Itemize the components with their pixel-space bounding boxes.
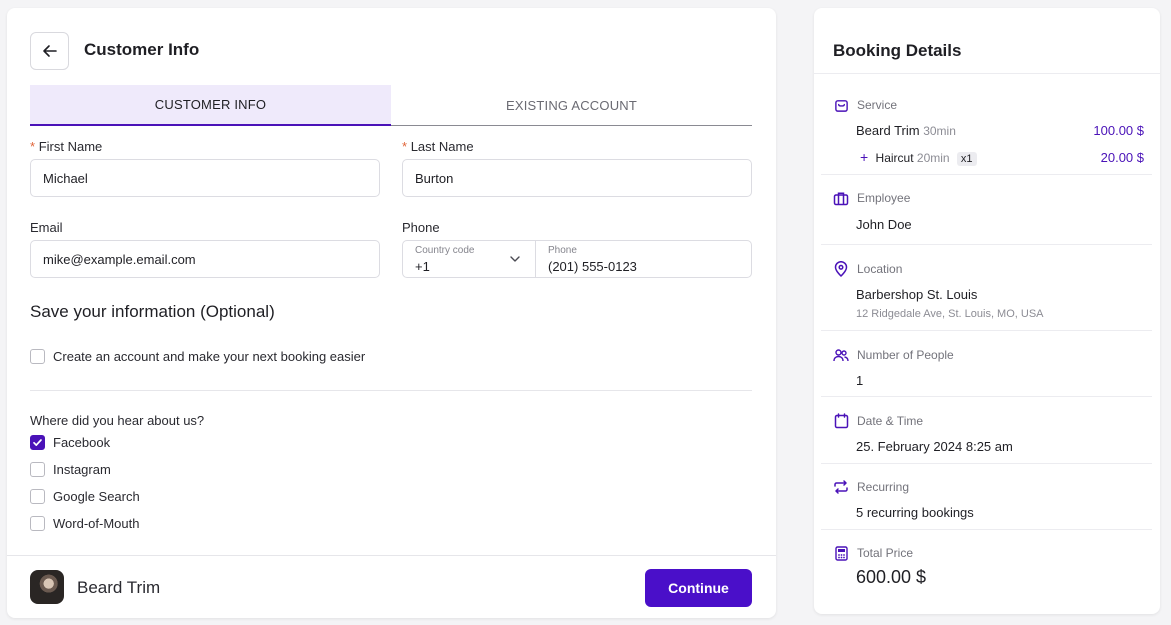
phone-label: Phone [402, 220, 440, 235]
option-google-search[interactable]: Google Search [30, 489, 140, 504]
tab-customer-info[interactable]: CUSTOMER INFO [30, 85, 391, 126]
country-code-value: +1 [415, 259, 430, 274]
datetime-heading: Date & Time [833, 413, 923, 429]
email-input[interactable]: mike@example.email.com [30, 240, 380, 278]
people-heading: Number of People [833, 347, 954, 363]
customer-info-card: Customer Info CUSTOMER INFO EXISTING ACC… [7, 8, 776, 618]
option-facebook[interactable]: Facebook [30, 435, 110, 450]
divider [821, 396, 1152, 397]
checkbox-box[interactable] [30, 349, 45, 364]
extra-quantity-badge: x1 [956, 152, 977, 166]
create-account-label: Create an account and make your next boo… [53, 349, 366, 364]
divider [821, 244, 1152, 245]
option-label: Instagram [53, 462, 111, 477]
briefcase-icon [833, 190, 849, 206]
calendar-icon [833, 413, 849, 429]
people-count: 1 [856, 373, 864, 388]
datetime-value: 25. February 2024 8:25 am [856, 439, 1013, 454]
service-name: Beard Trim [856, 123, 920, 138]
arrow-left-icon [42, 45, 57, 57]
tab-bar: CUSTOMER INFO EXISTING ACCOUNT [30, 85, 752, 126]
save-info-title: Save your information (Optional) [30, 302, 275, 321]
footer-service-name: Beard Trim [77, 578, 161, 597]
checkbox-box[interactable] [30, 489, 45, 504]
country-code-select[interactable]: Country code +1 [403, 241, 536, 277]
checkbox-box[interactable] [30, 516, 45, 531]
employee-heading: Employee [833, 190, 910, 206]
first-name-input[interactable]: Michael [30, 159, 380, 197]
option-instagram[interactable]: Instagram [30, 462, 111, 477]
check-icon [33, 439, 42, 446]
back-button[interactable] [30, 32, 69, 70]
card-footer: Beard Trim Continue [7, 555, 776, 618]
service-duration: 30min [923, 124, 956, 138]
calculator-icon [833, 545, 849, 561]
email-label: Email [30, 220, 63, 235]
service-price: 100.00 $ [1093, 123, 1144, 138]
hear-about-question: Where did you hear about us? [30, 413, 205, 428]
checkbox-box[interactable] [30, 435, 45, 450]
total-price: 600.00 $ [856, 567, 927, 587]
booking-details-title: Booking Details [833, 41, 962, 60]
plus-icon: + [860, 149, 869, 165]
service-main: Beard Trim 30min [856, 123, 956, 138]
country-code-label: Country code [415, 245, 475, 256]
option-word-of-mouth[interactable]: Word-of-Mouth [30, 516, 139, 531]
required-marker: * [402, 139, 408, 154]
tab-existing-account[interactable]: EXISTING ACCOUNT [391, 85, 752, 125]
extra-name: Haircut [875, 151, 914, 165]
service-extra: + Haircut 20min x1 [860, 149, 977, 166]
phone-number-value: (201) 555-0123 [548, 259, 637, 274]
checkbox-box[interactable] [30, 462, 45, 477]
divider [821, 529, 1152, 530]
phone-field: Country code +1 Phone (201) 555-0123 [402, 240, 752, 278]
extra-duration: 20min [916, 151, 950, 165]
location-address: 12 Ridgedale Ave, St. Louis, MO, USA [856, 308, 1044, 320]
phone-number-input[interactable]: Phone (201) 555-0123 [536, 241, 751, 277]
last-name-label: * Last Name [402, 139, 474, 154]
total-heading: Total Price [833, 545, 913, 561]
first-name-label: * First Name [30, 139, 103, 154]
page-title: Customer Info [84, 40, 200, 59]
booking-details-card: Booking Details Service Beard Trim 30min… [814, 8, 1160, 614]
divider [814, 73, 1160, 74]
divider [821, 174, 1152, 175]
bag-icon [833, 97, 849, 113]
required-marker: * [30, 139, 36, 154]
repeat-icon [833, 479, 849, 495]
location-name: Barbershop St. Louis [856, 287, 978, 302]
location-heading: Location [833, 261, 902, 277]
create-account-checkbox[interactable]: Create an account and make your next boo… [30, 349, 365, 364]
service-avatar [30, 570, 64, 604]
option-label: Facebook [53, 435, 111, 450]
divider [821, 463, 1152, 464]
location-pin-icon [833, 261, 849, 277]
extra-price: 20.00 $ [1100, 150, 1144, 165]
option-label: Google Search [53, 489, 140, 504]
employee-name: John Doe [856, 217, 912, 232]
option-label: Word-of-Mouth [53, 516, 140, 531]
divider [30, 390, 752, 391]
people-icon [833, 347, 849, 363]
recurring-value: 5 recurring bookings [856, 505, 974, 520]
continue-button[interactable]: Continue [645, 569, 752, 607]
recurring-heading: Recurring [833, 479, 909, 495]
last-name-input[interactable]: Burton [402, 159, 752, 197]
divider [821, 330, 1152, 331]
chevron-down-icon [510, 256, 520, 262]
phone-number-label: Phone [548, 245, 577, 256]
service-heading: Service [833, 97, 897, 113]
